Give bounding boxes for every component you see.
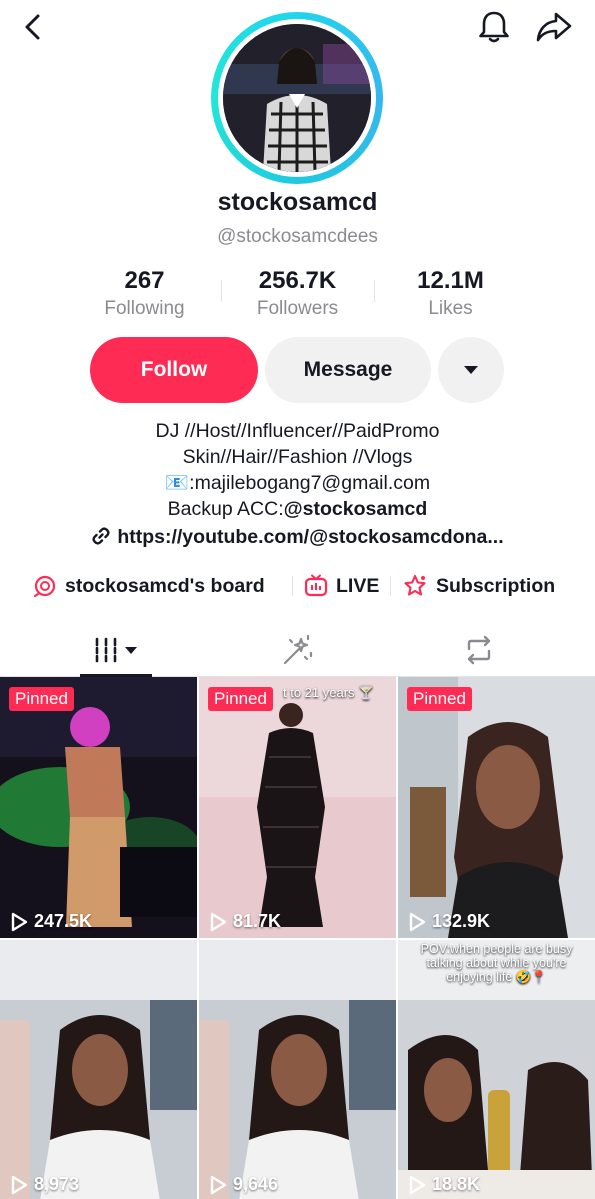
shortcut-live[interactable]: LIVE: [304, 570, 379, 602]
bio-email: :majilebogang7@gmail.com: [189, 472, 431, 494]
chevron-left-icon[interactable]: [18, 10, 48, 44]
shortcut-divider: [390, 576, 391, 596]
email-emoji-icon: 📧: [164, 472, 190, 494]
profile-link-text: https://youtube.com/@stockosamcdona...: [117, 526, 504, 548]
video-thumbnail[interactable]: POV:when people are busy talking about w…: [398, 940, 595, 1199]
stat-value: 267: [124, 267, 165, 294]
stat-label: Following: [104, 298, 185, 319]
video-thumbnail-image: [0, 940, 197, 1199]
bio-email-line: 📧:majilebogang7@gmail.com: [0, 470, 595, 496]
stat-value: 256.7K: [258, 267, 337, 294]
stat-value: 12.1M: [417, 267, 484, 294]
content-tabs: [0, 622, 595, 677]
pinned-badge: Pinned: [9, 687, 74, 711]
board-icon: [33, 575, 56, 598]
video-thumbnail-image: [199, 677, 396, 938]
share-arrow-icon[interactable]: [535, 10, 573, 44]
view-count: 81.7K: [209, 911, 281, 932]
video-caption: t to 21 years 🍸: [283, 685, 375, 700]
pinned-badge: Pinned: [407, 687, 472, 711]
video-thumbnail[interactable]: 8,973: [0, 940, 197, 1199]
profile-link[interactable]: https://youtube.com/@stockosamcdona...: [0, 523, 595, 551]
video-thumbnail-image: [0, 677, 197, 938]
profile-shortcuts: stockosamcd's board LIVE Subscription: [0, 570, 595, 602]
stat-following[interactable]: 267 Following: [68, 266, 221, 322]
video-caption: POV:when people are busy talking about w…: [420, 942, 573, 984]
display-name: stockosamcd: [217, 188, 378, 216]
shortcut-board[interactable]: stockosamcd's board: [33, 570, 265, 602]
video-thumbnail[interactable]: 9,646: [199, 940, 396, 1199]
avatar-photo: [223, 24, 371, 172]
shortcut-label: Subscription: [436, 574, 556, 597]
pinned-badge: Pinned: [208, 687, 273, 711]
shortcut-divider: [292, 576, 293, 596]
view-count-text: 132.9K: [432, 911, 491, 931]
tab-reposts[interactable]: [443, 622, 515, 677]
bio-line: Skin//Hair//Fashion //Vlogs: [182, 446, 413, 468]
video-thumbnail-image: [398, 677, 595, 938]
play-outline-icon: [11, 912, 28, 931]
shortcut-label: LIVE: [336, 574, 380, 597]
liked-sparkle-icon: [283, 634, 313, 664]
view-count-text: 81.7K: [233, 911, 282, 931]
bell-icon[interactable]: [475, 8, 513, 46]
view-count: 247.5K: [10, 911, 92, 932]
stat-divider: [221, 280, 222, 302]
username: @stockosamcdees: [217, 226, 378, 247]
play-outline-icon: [210, 912, 227, 931]
stat-divider: [374, 280, 375, 302]
tab-videos[interactable]: [80, 622, 152, 677]
view-count-text: 9,646: [233, 1174, 279, 1194]
live-tv-icon: [304, 574, 328, 597]
shortcut-label: stockosamcd's board: [65, 574, 265, 597]
view-count-text: 18.8K: [432, 1174, 481, 1194]
play-outline-icon: [409, 1175, 426, 1194]
video-thumbnail[interactable]: Pinned 247.5K: [0, 677, 197, 938]
tab-liked[interactable]: [262, 622, 334, 677]
bio-line: DJ //Host//Influencer//PaidPromo: [155, 420, 440, 442]
stat-followers[interactable]: 256.7K Followers: [221, 266, 374, 322]
avatar[interactable]: [211, 12, 383, 184]
view-count: 132.9K: [408, 911, 490, 932]
view-count: 9,646: [209, 1174, 278, 1195]
stats-row: 267 Following 256.7K Followers 12.1M Lik…: [68, 266, 528, 322]
link-icon: [92, 527, 110, 545]
shortcut-subscription[interactable]: Subscription: [402, 570, 555, 602]
play-outline-icon: [210, 1175, 227, 1194]
view-count-text: 8,973: [34, 1174, 80, 1194]
suggested-accounts-button[interactable]: [438, 337, 504, 403]
view-count: 8,973: [10, 1174, 79, 1195]
stat-label: Likes: [428, 298, 473, 319]
stat-likes[interactable]: 12.1M Likes: [374, 266, 527, 322]
play-outline-icon: [409, 912, 426, 931]
play-outline-icon: [11, 1175, 28, 1194]
follow-button[interactable]: Follow: [90, 337, 258, 403]
grid-videos-icon: [95, 637, 137, 662]
message-button[interactable]: Message: [265, 337, 431, 403]
video-thumbnail-image: [199, 940, 396, 1199]
caret-down-icon: [464, 366, 478, 374]
video-thumbnail[interactable]: t to 21 years 🍸 Pinned 81.7K: [199, 677, 396, 938]
reposts-icon: [467, 635, 491, 664]
stat-label: Followers: [256, 298, 339, 319]
view-count: 18.8K: [408, 1174, 480, 1195]
bio: DJ //Host//Influencer//PaidPromo Skin//H…: [0, 418, 595, 522]
bio-backup-label: Backup ACC:: [167, 498, 284, 520]
view-count-text: 247.5K: [34, 911, 93, 931]
bio-backup-handle[interactable]: @stockosamcd: [284, 498, 428, 520]
subscription-star-icon: [404, 574, 426, 596]
video-thumbnail[interactable]: Pinned 132.9K: [398, 677, 595, 938]
bio-backup-line: Backup ACC:@stockosamcd: [0, 496, 595, 522]
